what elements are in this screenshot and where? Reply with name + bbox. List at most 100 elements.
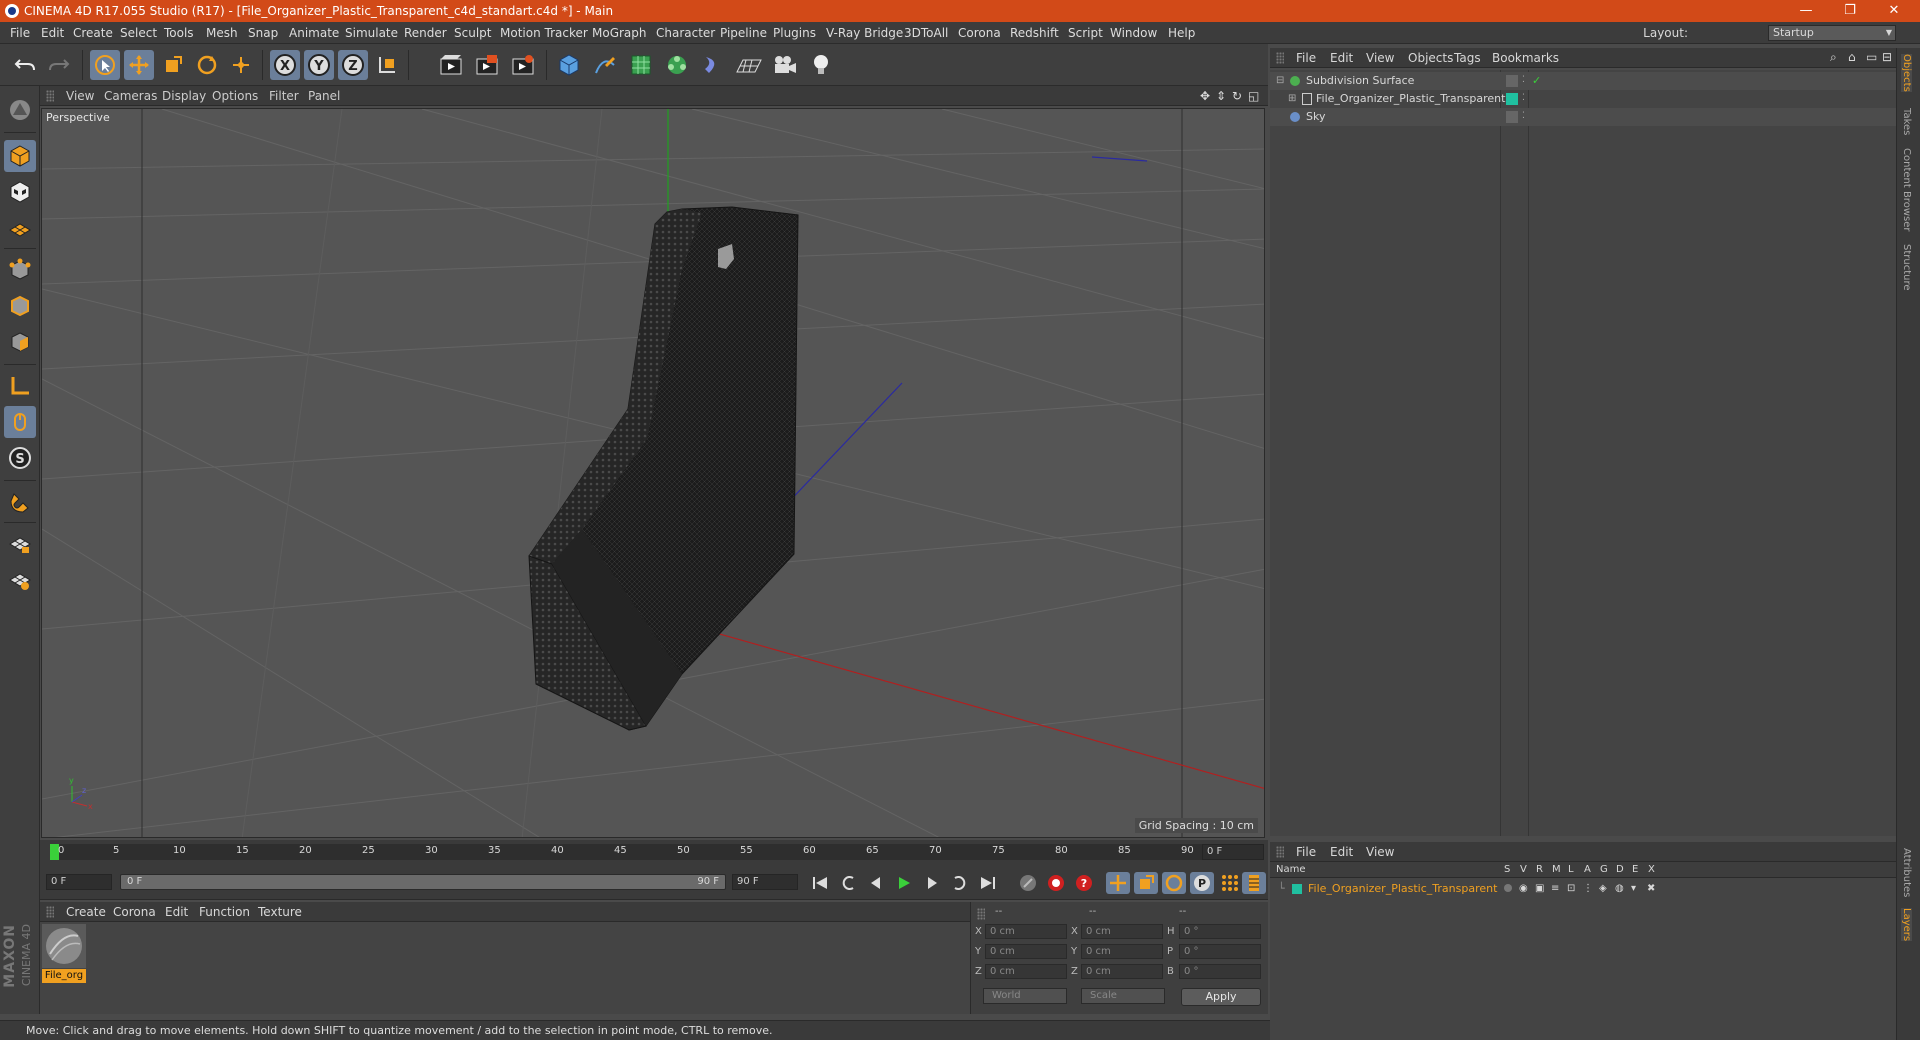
floor-icon[interactable] [734, 50, 764, 80]
object-row-sky[interactable]: Sky ⁚ [1270, 108, 1896, 126]
x-axis-lock-icon[interactable]: X [270, 50, 300, 80]
go-to-start-icon[interactable] [808, 872, 832, 894]
deformer-icon[interactable] [698, 50, 728, 80]
layer-col-xref[interactable]: X [1648, 862, 1655, 878]
layer-col-expressions[interactable]: E [1632, 862, 1638, 878]
menu-corona[interactable]: Corona [958, 22, 1001, 44]
subdivision-surface-icon[interactable] [626, 50, 656, 80]
texture-mode-icon[interactable] [4, 176, 36, 208]
coordinate-mode-select[interactable]: World [983, 988, 1067, 1004]
object-menu-objects[interactable]: Objects [1408, 48, 1453, 68]
material-swatch[interactable]: File_org [42, 924, 86, 984]
undo-button[interactable] [10, 50, 40, 80]
viewport-menu-display[interactable]: Display [162, 86, 206, 106]
light-icon[interactable] [806, 50, 836, 80]
previous-frame-icon[interactable] [864, 872, 888, 894]
layer-row[interactable]: └ File_Organizer_Plastic_Transparent ◉ ▣… [1270, 880, 1896, 898]
apply-button[interactable]: Apply [1181, 988, 1261, 1006]
menu-redshift[interactable]: Redshift [1010, 22, 1059, 44]
viewport-menu-options[interactable]: Options [212, 86, 258, 106]
render-toggle-icon[interactable]: ▣ [1535, 880, 1544, 898]
solo-toggle-icon[interactable] [1504, 884, 1512, 892]
render-picture-viewer-icon[interactable] [472, 50, 502, 80]
menu-3dtoall[interactable]: 3DToAll [904, 22, 948, 44]
menu-create[interactable]: Create [73, 22, 113, 44]
layer-col-animation[interactable]: A [1584, 862, 1591, 878]
key-position-icon[interactable] [1106, 872, 1130, 894]
menu-animate[interactable]: Animate [289, 22, 339, 44]
menu-mesh[interactable]: Mesh [206, 22, 238, 44]
rotation-p-field[interactable]: 0 ° [1179, 944, 1261, 959]
menu-render[interactable]: Render [404, 22, 447, 44]
layout-select[interactable]: Startup [1768, 25, 1896, 41]
transform-tool-icon[interactable] [226, 50, 256, 80]
menu-pipeline[interactable]: Pipeline [720, 22, 767, 44]
render-settings-icon[interactable] [508, 50, 538, 80]
material-menu-texture[interactable]: Texture [258, 902, 302, 922]
menu-select[interactable]: Select [120, 22, 157, 44]
menu-mograph[interactable]: MoGraph [592, 22, 647, 44]
layer-col-generators[interactable]: G [1600, 862, 1608, 878]
tweak-mode-icon[interactable] [4, 406, 36, 438]
menu-plugins[interactable]: Plugins [773, 22, 816, 44]
tab-objects[interactable]: Objects [1901, 54, 1912, 92]
menu-character[interactable]: Character [656, 22, 715, 44]
tab-attributes[interactable]: Attributes [1901, 848, 1912, 897]
spline-pen-icon[interactable] [590, 50, 620, 80]
current-frame-field[interactable]: 0 F [1202, 844, 1264, 860]
material-menu-edit[interactable]: Edit [165, 902, 188, 922]
object-menu-file[interactable]: File [1296, 48, 1316, 68]
scale-tool-icon[interactable] [158, 50, 188, 80]
tab-content-browser[interactable]: Content Browser [1901, 148, 1912, 231]
snap-magnet-icon[interactable] [4, 486, 36, 518]
coordinate-system-icon[interactable] [372, 50, 402, 80]
close-icon[interactable]: ✕ [1872, 0, 1916, 22]
material-menu-corona[interactable]: Corona [113, 902, 156, 922]
timeline-track[interactable]: 0 5 10 15 20 25 30 35 40 45 50 55 60 65 … [50, 844, 1202, 860]
manager-toggle-icon[interactable]: ≡ [1551, 880, 1559, 898]
layer-col-solo[interactable]: S [1504, 862, 1510, 878]
key-scale-icon[interactable] [1134, 872, 1158, 894]
tab-layers[interactable]: Layers [1901, 908, 1912, 942]
expand-icon[interactable]: ⊞ [1288, 90, 1296, 108]
visibility-dots[interactable]: ⁚ [1522, 89, 1525, 107]
layer-col-deformers[interactable]: D [1616, 862, 1624, 878]
camera-icon[interactable] [770, 50, 800, 80]
viewport-menu-filter[interactable]: Filter [269, 86, 299, 106]
size-y-field[interactable]: 0 cm [1081, 944, 1163, 959]
cloner-icon[interactable] [662, 50, 692, 80]
lock-toggle-icon[interactable]: ⊡ [1567, 880, 1575, 898]
rotation-h-field[interactable]: 0 ° [1179, 924, 1261, 939]
layer-menu-file[interactable]: File [1296, 842, 1316, 862]
menu-edit[interactable]: Edit [41, 22, 64, 44]
position-x-field[interactable]: 0 cm [985, 924, 1067, 939]
make-editable-icon[interactable] [4, 94, 36, 126]
home-icon[interactable]: ⌂ [1848, 50, 1856, 64]
object-menu-view[interactable]: View [1366, 48, 1394, 68]
visibility-dots[interactable]: ⁚ [1522, 107, 1525, 125]
viewport-rotate-icon[interactable]: ↻ [1232, 89, 1242, 103]
edges-mode-icon[interactable] [4, 290, 36, 322]
timeline-ruler[interactable]: 0 5 10 15 20 25 30 35 40 45 50 55 60 65 … [40, 840, 1268, 864]
play-icon[interactable] [892, 872, 916, 894]
go-to-end-icon[interactable] [976, 872, 1000, 894]
menu-script[interactable]: Script [1068, 22, 1103, 44]
y-axis-lock-icon[interactable]: Y [304, 50, 334, 80]
layer-color-swatch[interactable] [1292, 884, 1302, 894]
visibility-dots[interactable]: ⁚ [1522, 71, 1525, 89]
layer-color-swatch[interactable] [1506, 93, 1518, 105]
tab-takes[interactable]: Takes [1901, 108, 1912, 135]
layer-swatch[interactable] [1506, 111, 1518, 123]
file-organizer-model[interactable] [528, 206, 799, 731]
record-keys-icon[interactable] [1016, 872, 1040, 894]
rotate-tool-icon[interactable] [192, 50, 222, 80]
xref-toggle-icon[interactable]: ✖ [1647, 880, 1655, 898]
model-mode-icon[interactable] [4, 140, 36, 172]
next-keyframe-icon[interactable] [948, 872, 972, 894]
position-z-field[interactable]: 0 cm [985, 964, 1067, 979]
generator-toggle-icon[interactable]: ◈ [1599, 880, 1607, 898]
points-mode-icon[interactable] [4, 254, 36, 286]
cube-primitive-icon[interactable] [554, 50, 584, 80]
enabled-check-icon[interactable]: ✓ [1532, 72, 1541, 90]
object-menu-tags[interactable]: Tags [1454, 48, 1481, 68]
